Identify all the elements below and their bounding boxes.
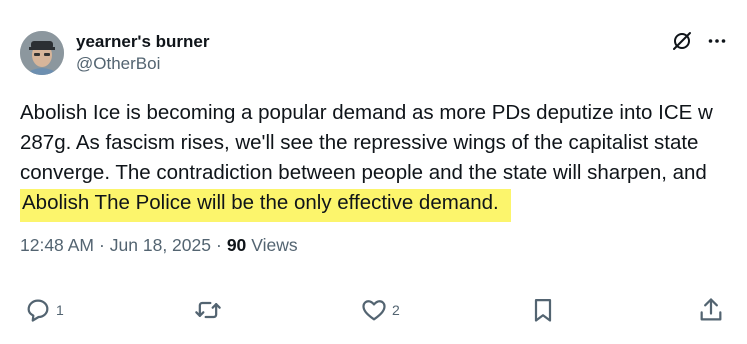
grok-icon[interactable]: [671, 30, 693, 52]
reply-count: 1: [56, 302, 64, 318]
more-icon[interactable]: [707, 31, 727, 51]
bookmark-button[interactable]: [529, 296, 557, 324]
tweet-text: Abolish Ice is becoming a popular demand…: [20, 98, 732, 222]
repost-button[interactable]: [194, 296, 226, 324]
like-count: 2: [392, 302, 400, 318]
share-button[interactable]: [697, 296, 725, 324]
bookmark-icon: [534, 298, 552, 322]
author-names: yearner's burner @OtherBoi: [76, 31, 210, 75]
reply-icon: [27, 299, 49, 322]
top-actions: [671, 30, 727, 52]
views-count: 90: [226, 235, 247, 255]
user-handle[interactable]: @OtherBoi: [76, 53, 210, 75]
tweet-meta: 12:48 AM · Jun 18, 2025 · 90 Views: [20, 235, 298, 256]
avatar[interactable]: [20, 31, 64, 75]
tweet-time[interactable]: 12:48 AM: [20, 235, 94, 256]
repost-icon: [195, 301, 221, 319]
tweet-date[interactable]: Jun 18, 2025: [110, 235, 211, 256]
meta-separator: ·: [215, 235, 222, 255]
action-bar: 1 2: [24, 296, 724, 330]
share-icon: [700, 298, 722, 321]
highlighted-text: Abolish The Police will be the only effe…: [20, 189, 511, 222]
reply-button[interactable]: 1: [24, 296, 64, 324]
tweet-header: yearner's burner @OtherBoi: [20, 26, 727, 80]
like-icon: [362, 300, 386, 321]
tweet-text-body: Abolish Ice is becoming a popular demand…: [20, 101, 713, 184]
meta-separator: ·: [98, 235, 105, 255]
like-button[interactable]: 2: [360, 296, 400, 324]
views-label: Views: [251, 235, 298, 255]
display-name[interactable]: yearner's burner: [76, 31, 210, 53]
